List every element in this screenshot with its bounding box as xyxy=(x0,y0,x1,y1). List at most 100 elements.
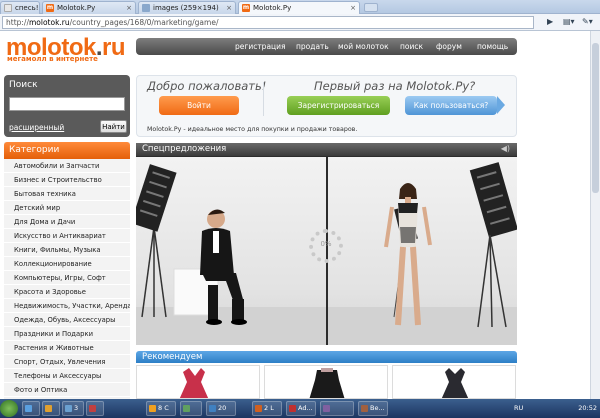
black-dress-image xyxy=(309,368,345,398)
taskbar-item[interactable] xyxy=(86,401,104,416)
category-item[interactable]: Для Дома и Дачи xyxy=(4,215,130,229)
product-card[interactable] xyxy=(264,365,388,399)
search-input[interactable] xyxy=(9,97,125,111)
taskbar-item[interactable]: 8 С xyxy=(146,401,176,416)
category-item[interactable]: Телефоны и Аксессуары xyxy=(4,369,130,383)
browser-tab[interactable]: images (259×194) × xyxy=(138,1,236,14)
taskbar-item[interactable]: 20 xyxy=(206,401,236,416)
man-photo-illustration xyxy=(136,164,326,345)
category-item[interactable]: Бизнес и Строительство xyxy=(4,173,130,187)
image-favicon-icon xyxy=(142,4,150,12)
how-to-use-button[interactable]: Как пользоваться? xyxy=(405,96,505,115)
recommended-panel: Рекомендуем xyxy=(136,351,517,399)
app-icon xyxy=(149,405,156,412)
page-icon xyxy=(4,4,12,12)
url-field[interactable]: http://molotok.ru/country_pages/168/0/ma… xyxy=(2,16,534,29)
category-item[interactable]: Компьютеры, Игры, Софт xyxy=(4,271,130,285)
close-tab-icon[interactable]: × xyxy=(350,2,356,14)
clock[interactable]: 20:52 xyxy=(578,401,597,416)
category-item[interactable]: Искусство и Антиквариат xyxy=(4,229,130,243)
welcome-heading: Добро пожаловать! xyxy=(147,79,267,93)
molotok-favicon-icon: m xyxy=(46,4,54,12)
categories-panel: Категории Автомобили и Запчасти Бизнес и… xyxy=(4,142,130,399)
nav-search[interactable]: поиск xyxy=(400,38,423,55)
category-item[interactable]: Недвижимость, Участки, Аренда xyxy=(4,299,130,313)
promo-photo-woman[interactable] xyxy=(328,157,517,345)
red-dress-image xyxy=(179,368,209,398)
advanced-search-link[interactable]: расширенный xyxy=(9,123,64,132)
browser-tab[interactable]: m Molotok.Ру × xyxy=(42,1,136,14)
first-time-heading: Первый раз на Molotok.Ру? xyxy=(314,79,476,93)
special-offers-panel: Спецпредложения ◀) 0% xyxy=(136,143,517,345)
close-tab-icon[interactable]: × xyxy=(226,2,232,14)
category-item[interactable]: Красота и Здоровье xyxy=(4,285,130,299)
category-item[interactable]: Растения и Животные xyxy=(4,341,130,355)
categories-title: Категории xyxy=(4,142,130,159)
address-bar: http://molotok.ru/country_pages/168/0/ma… xyxy=(0,14,600,31)
page-menu-icon[interactable]: ▤▾ xyxy=(563,17,575,26)
nav-my-molotok[interactable]: мой молоток xyxy=(338,38,389,55)
language-indicator[interactable]: RU xyxy=(514,401,523,416)
browser-tab[interactable]: спесь! ... xyxy=(0,1,40,14)
category-item[interactable]: Праздники и Подарки xyxy=(4,327,130,341)
search-panel: Поиск расширенный Найти xyxy=(4,75,130,137)
login-button[interactable]: Войти xyxy=(159,96,239,115)
nav-forum[interactable]: форум xyxy=(436,38,462,55)
app-icon xyxy=(209,405,216,412)
speaker-icon[interactable]: ◀) xyxy=(501,144,510,153)
loading-percent: 0% xyxy=(320,240,332,248)
register-button[interactable]: Зарегистрироваться xyxy=(287,96,390,115)
category-item[interactable]: Детский мир xyxy=(4,201,130,215)
category-list: Автомобили и Запчасти Бизнес и Строитель… xyxy=(4,159,130,397)
taskbar-item[interactable]: Ве... xyxy=(358,401,388,416)
category-item[interactable]: Одежда, Обувь, Аксессуары xyxy=(4,313,130,327)
app-icon xyxy=(183,405,190,412)
search-title: Поиск xyxy=(9,80,38,90)
app-icon xyxy=(255,405,262,412)
search-button[interactable]: Найти xyxy=(100,120,127,133)
top-navigation: регистрация продать мой молоток поиск фо… xyxy=(136,38,517,55)
taskbar-item[interactable] xyxy=(320,401,354,416)
woman-photo-illustration xyxy=(328,162,517,345)
nav-sell[interactable]: продать xyxy=(296,38,329,55)
dark-dress-image xyxy=(441,368,469,398)
app-icon xyxy=(89,405,96,412)
category-item[interactable]: Спорт, Отдых, Увлечения xyxy=(4,355,130,369)
go-arrow-icon[interactable]: ▶ xyxy=(547,17,553,26)
product-card[interactable] xyxy=(136,365,260,399)
app-icon xyxy=(25,405,32,412)
browser-tab-bar: спесь! ... m Molotok.Ру × images (259×19… xyxy=(0,0,600,14)
site-description: Molotok.Ру - идеальное место для покупки… xyxy=(147,126,358,133)
taskbar-item[interactable]: 2 L xyxy=(252,401,282,416)
browser-tab-active[interactable]: m Molotok.Ру × xyxy=(238,1,360,14)
close-tab-icon[interactable]: × xyxy=(126,2,132,14)
taskbar-item[interactable] xyxy=(42,401,60,416)
divider xyxy=(263,82,264,116)
taskbar-item[interactable] xyxy=(22,401,40,416)
web-page: molotok.ru мегамолл в интернете регистра… xyxy=(0,31,600,399)
category-item[interactable]: Коллекционирование xyxy=(4,257,130,271)
taskbar-item[interactable] xyxy=(180,401,202,416)
nav-register[interactable]: регистрация xyxy=(235,38,286,55)
taskbar-item[interactable]: 3 xyxy=(62,401,84,416)
app-icon xyxy=(361,405,368,412)
start-button[interactable] xyxy=(0,400,18,417)
wrench-menu-icon[interactable]: ✎▾ xyxy=(582,17,593,26)
nav-help[interactable]: помощь xyxy=(477,38,508,55)
category-item[interactable]: Автомобили и Запчасти xyxy=(4,159,130,173)
category-item[interactable]: Книги, Фильмы, Музыка xyxy=(4,243,130,257)
taskbar-item[interactable]: Ad... xyxy=(286,401,316,416)
app-icon xyxy=(289,405,296,412)
page-scrollbar[interactable] xyxy=(590,31,600,399)
welcome-panel: Добро пожаловать! Первый раз на Molotok.… xyxy=(136,75,517,137)
new-tab-button[interactable] xyxy=(364,3,378,12)
recommended-title: Рекомендуем xyxy=(136,351,517,363)
app-icon xyxy=(65,405,72,412)
site-slogan: мегамолл в интернете xyxy=(7,55,98,63)
product-card[interactable] xyxy=(392,365,516,399)
category-item[interactable]: Бытовая техника xyxy=(4,187,130,201)
category-item[interactable]: Фото и Оптика xyxy=(4,383,130,397)
scrollbar-thumb[interactable] xyxy=(592,43,599,193)
promo-photo-man[interactable] xyxy=(136,157,326,345)
molotok-favicon-icon: m xyxy=(242,4,250,12)
